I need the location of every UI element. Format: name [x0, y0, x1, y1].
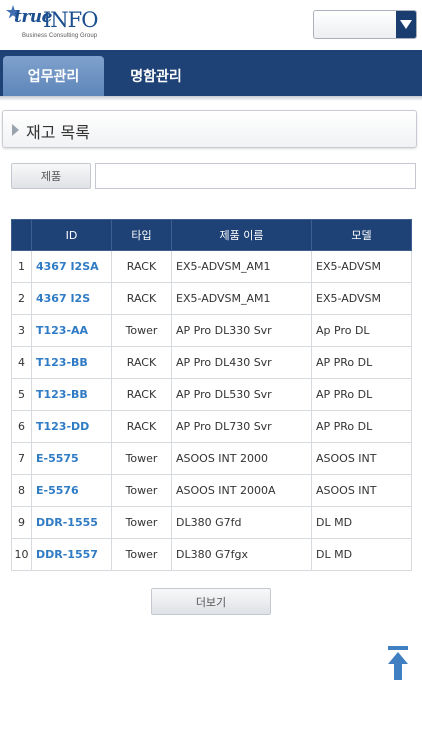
column-header-number [11, 219, 32, 251]
row-id-link[interactable]: T123-BB [31, 346, 112, 379]
row-number: 5 [11, 378, 32, 411]
row-product-name: AP Pro DL430 Svr [171, 346, 312, 379]
row-type: RACK [111, 378, 172, 411]
table-row[interactable]: 1 4367 I2SA RACK EX5-ADVSM_AM1 EX5-ADVSM [11, 250, 412, 283]
row-product-name: AP Pro DL530 Svr [171, 378, 312, 411]
row-model: AP PRo DL [311, 346, 412, 379]
row-model: DL MD [311, 506, 412, 539]
inventory-table: ID 타입 제품 이름 모델 1 4367 I2SA RACK EX5-ADVSM_A… [11, 219, 412, 571]
row-model: EX5-ADVSM [311, 282, 412, 315]
app-header: true INFO Business Consulting Group [0, 0, 422, 50]
row-id-link[interactable]: DDR-1555 [31, 506, 112, 539]
row-id-link[interactable]: E-5575 [31, 442, 112, 475]
column-header-product-name: 제품 이름 [171, 219, 312, 251]
row-number: 1 [11, 250, 32, 283]
table-row[interactable]: 4 T123-BB RACK AP Pro DL430 Svr AP PRo DL [11, 346, 412, 379]
table-body: 1 4367 I2SA RACK EX5-ADVSM_AM1 EX5-ADVSM 2 436… [11, 250, 412, 571]
main-tabbar: 업무관리 명함관리 [0, 50, 422, 96]
table-header-row: ID 타입 제품 이름 모델 [11, 219, 412, 251]
row-model: ASOOS INT [311, 442, 412, 475]
arrow-up-to-top-icon[interactable] [387, 645, 409, 681]
column-header-model: 모델 [311, 219, 412, 251]
row-number: 8 [11, 474, 32, 507]
chevron-down-icon[interactable] [396, 11, 416, 38]
table-row[interactable]: 7 E-5575 Tower ASOOS INT 2000 ASOOS INT [11, 442, 412, 475]
row-id-link[interactable]: DDR-1557 [31, 538, 112, 571]
load-more-button[interactable]: 더보기 [151, 588, 271, 615]
row-id-link[interactable]: T123-BB [31, 378, 112, 411]
row-type: RACK [111, 410, 172, 443]
section-title: 재고 목록 [26, 123, 90, 142]
row-number: 7 [11, 442, 32, 475]
row-id-link[interactable]: T123-AA [31, 314, 112, 347]
row-type: RACK [111, 346, 172, 379]
triangle-right-icon [12, 124, 19, 136]
row-type: Tower [111, 442, 172, 475]
row-type: Tower [111, 474, 172, 507]
row-model: ASOOS INT [311, 474, 412, 507]
product-search-input[interactable] [95, 163, 416, 189]
row-number: 9 [11, 506, 32, 539]
row-product-name: ASOOS INT 2000A [171, 474, 312, 507]
logo-subtitle: Business Consulting Group [22, 33, 98, 39]
row-id-link[interactable]: E-5576 [31, 474, 112, 507]
product-filter-button[interactable]: 제품 [11, 163, 91, 189]
row-number: 6 [11, 410, 32, 443]
logo-info-text: INFO [43, 8, 98, 32]
row-type: Tower [111, 538, 172, 571]
row-product-name: EX5-ADVSM_AM1 [171, 282, 312, 315]
company-logo[interactable]: true INFO Business Consulting Group [4, 3, 114, 45]
row-id-link[interactable]: T123-DD [31, 410, 112, 443]
table-row[interactable]: 5 T123-BB RACK AP Pro DL530 Svr AP PRo DL [11, 378, 412, 411]
row-number: 3 [11, 314, 32, 347]
row-id-link[interactable]: 4367 I2S [31, 282, 112, 315]
row-number: 2 [11, 282, 32, 315]
row-number: 10 [11, 538, 32, 571]
row-product-name: EX5-ADVSM_AM1 [171, 250, 312, 283]
tabbar-shadow [0, 96, 422, 101]
table-row[interactable]: 8 E-5576 Tower ASOOS INT 2000A ASOOS INT [11, 474, 412, 507]
tab-business-management[interactable]: 업무관리 [3, 56, 104, 96]
row-number: 4 [11, 346, 32, 379]
table-row[interactable]: 10 DDR-1557 Tower DL380 G7fgx DL MD [11, 538, 412, 571]
row-id-link[interactable]: 4367 I2SA [31, 250, 112, 283]
table-row[interactable]: 3 T123-AA Tower AP Pro DL330 Svr Ap Pro DL [11, 314, 412, 347]
row-model: EX5-ADVSM [311, 250, 412, 283]
row-model: AP PRo DL [311, 410, 412, 443]
row-product-name: AP Pro DL730 Svr [171, 410, 312, 443]
row-model: Ap Pro DL [311, 314, 412, 347]
row-product-name: ASOOS INT 2000 [171, 442, 312, 475]
table-row[interactable]: 6 T123-DD RACK AP Pro DL730 Svr AP PRo DL [11, 410, 412, 443]
table-row[interactable]: 2 4367 I2S RACK EX5-ADVSM_AM1 EX5-ADVSM [11, 282, 412, 315]
section-header: 재고 목록 [2, 110, 417, 148]
column-header-type: 타입 [111, 219, 172, 251]
row-model: AP PRo DL [311, 378, 412, 411]
header-select[interactable] [313, 10, 417, 39]
row-type: RACK [111, 250, 172, 283]
row-type: RACK [111, 282, 172, 315]
row-product-name: AP Pro DL330 Svr [171, 314, 312, 347]
row-product-name: DL380 G7fgx [171, 538, 312, 571]
tab-business-card-management[interactable]: 명함관리 [106, 56, 206, 96]
row-model: DL MD [311, 538, 412, 571]
table-row[interactable]: 9 DDR-1555 Tower DL380 G7fd DL MD [11, 506, 412, 539]
row-type: Tower [111, 506, 172, 539]
row-type: Tower [111, 314, 172, 347]
row-product-name: DL380 G7fd [171, 506, 312, 539]
column-header-id: ID [31, 219, 112, 251]
